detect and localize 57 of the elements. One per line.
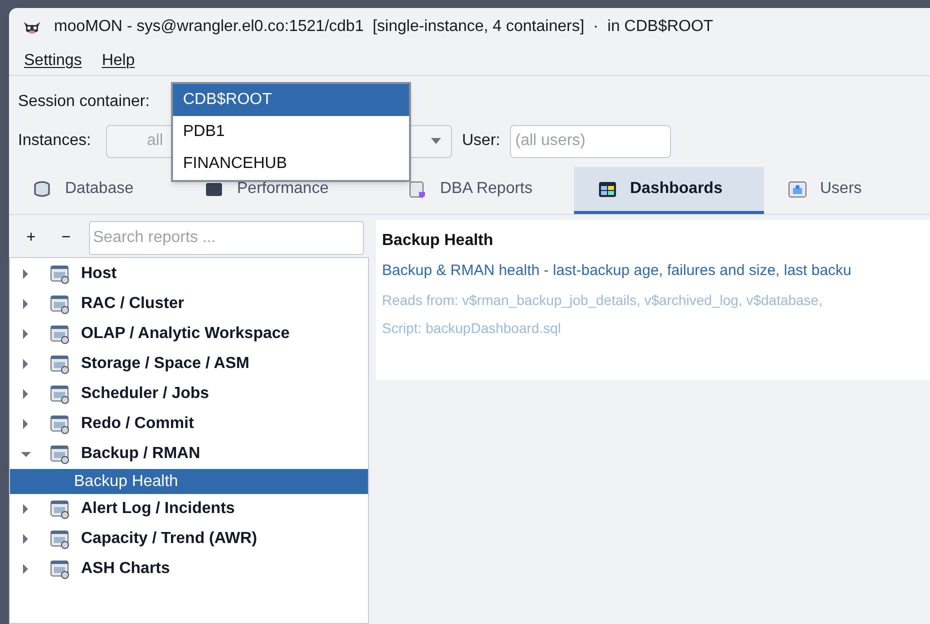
report-folder-icon: [50, 264, 70, 284]
tab[interactable]: Dashboards: [574, 167, 764, 214]
tree-node[interactable]: Capacity / Trend (AWR): [10, 524, 368, 554]
report-folder-icon: [50, 414, 70, 434]
caret-right-icon[interactable]: [21, 534, 31, 544]
caret-down-icon[interactable]: [21, 452, 31, 456]
report-folder-icon: [50, 500, 70, 518]
caret-right-icon[interactable]: [21, 299, 31, 309]
caret-down-icon: [431, 138, 441, 144]
details-description: Backup & RMAN health - last-backup age, failures and size, last backu: [382, 261, 852, 281]
caret-right-icon[interactable]: [21, 564, 31, 574]
details-script: Script: backupDashboard.sql: [382, 318, 562, 338]
search-field[interactable]: Search reports ...: [89, 220, 364, 254]
report-folder-icon: [50, 444, 70, 464]
caret-right-icon[interactable]: [21, 419, 31, 429]
tree-node[interactable]: Backup / RMAN: [10, 439, 368, 469]
tree-node[interactable]: Storage / Space / ASM: [10, 349, 368, 379]
field-label: Session container:: [18, 92, 150, 112]
tab-icon: [33, 180, 52, 198]
tree-item[interactable]: Backup Health: [10, 469, 368, 494]
caret-right-icon[interactable]: [21, 359, 31, 369]
dropdown-value: all: [147, 131, 164, 151]
tree-node[interactable]: Scheduler / Jobs: [10, 379, 368, 409]
caret-right-icon[interactable]: [21, 389, 31, 399]
cow-logo-icon: [22, 19, 42, 35]
collapse-all-button[interactable]: −: [51, 226, 81, 250]
caret-right-icon[interactable]: [21, 504, 31, 514]
tab-icon: [788, 180, 807, 198]
tab-icon: [408, 180, 427, 198]
details-title: Backup Health: [382, 231, 494, 251]
caret-right-icon[interactable]: [21, 329, 31, 339]
tab-icon: [205, 180, 224, 198]
dropdown-option[interactable]: CDB$ROOT: [173, 84, 409, 116]
tree-node[interactable]: OLAP / Analytic Workspace: [10, 319, 368, 349]
report-folder-icon: [50, 530, 70, 548]
tree-node[interactable]: ASH Charts: [10, 554, 368, 584]
tab-icon: [598, 180, 617, 198]
dropdown-option[interactable]: PDB1: [173, 116, 409, 148]
caret-right-icon[interactable]: [21, 269, 31, 279]
menu-item[interactable]: Help: [102, 48, 135, 72]
tree-node[interactable]: Host: [10, 259, 368, 289]
report-folder-icon: [50, 324, 70, 344]
report-folder-icon: [50, 560, 70, 578]
report-folder-icon: [50, 354, 70, 374]
menu-item[interactable]: Settings: [24, 48, 82, 72]
field-label: Instances:: [18, 131, 92, 151]
tree-node[interactable]: Alert Log / Incidents: [10, 494, 368, 524]
report-folder-icon: [50, 384, 70, 404]
field-label: User:: [462, 131, 500, 151]
report-folder-icon: [50, 294, 70, 314]
user-field[interactable]: (all users): [510, 124, 672, 158]
tree-node[interactable]: RAC / Cluster: [10, 289, 368, 319]
tab[interactable]: Users: [764, 167, 924, 214]
expand-all-button[interactable]: +: [19, 226, 43, 250]
tree-node[interactable]: Redo / Commit: [10, 409, 368, 439]
details-sources: Reads from: v$rman_backup_job_details, v$archived_log, v$database,: [382, 290, 824, 310]
window-title: mooMON - sys@wrangler.el0.co:1521/cdb1 [single-instance, 4 containers] · in CDB$ROOT: [54, 17, 714, 37]
